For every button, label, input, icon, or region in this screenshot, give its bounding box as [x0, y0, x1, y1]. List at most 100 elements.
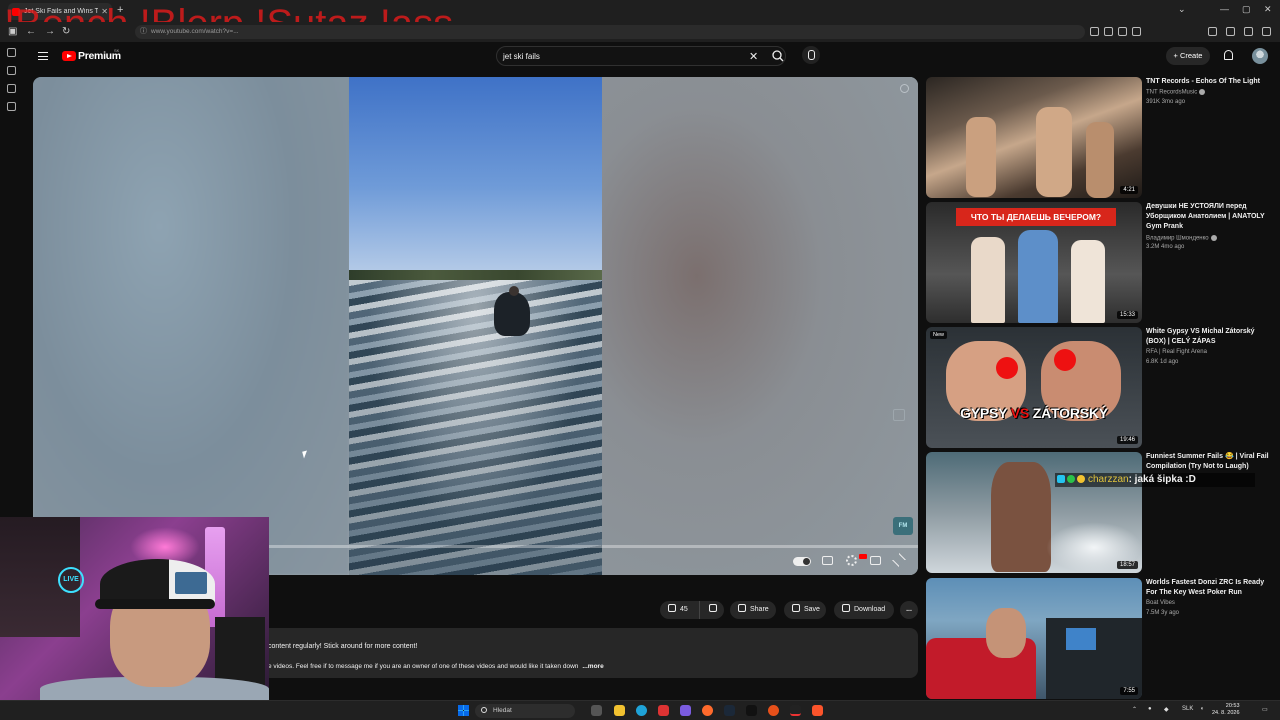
pip-icon[interactable] [1104, 27, 1113, 36]
tray-chevron-icon[interactable]: ⌃ [1132, 706, 1137, 713]
more-actions-button[interactable]: ... [900, 601, 918, 619]
settings-gear-icon[interactable] [846, 555, 857, 566]
create-button[interactable]: + Create [1166, 47, 1210, 65]
search-box[interactable]: jet ski fails ✕ [496, 46, 786, 66]
video-card-icon[interactable] [893, 409, 905, 421]
bookmark-star-icon[interactable] [1132, 27, 1141, 36]
extensions-puzzle-icon[interactable] [1226, 27, 1235, 36]
recommendation-item[interactable]: 7:55 Worlds Fastest Donzi ZRC Is Ready F… [926, 578, 1276, 700]
like-button[interactable]: 45 [660, 601, 700, 619]
recommendation-channel[interactable]: TNT RecordsMusic [1146, 89, 1206, 96]
recommendation-thumbnail[interactable]: 7:55 [926, 578, 1142, 699]
minimize-button[interactable]: — [1220, 4, 1229, 14]
stream-chat-message: charzzan: jaká šipka :D [1055, 473, 1255, 487]
thumbs-up-icon [668, 604, 676, 613]
recommendation-channel[interactable]: Владимир Шмонденко [1146, 235, 1217, 242]
video-shoreline [349, 270, 602, 280]
url-field[interactable]: ⓘ www.youtube.com/watch?v=... [135, 25, 1085, 39]
site-info-icon[interactable]: ⓘ [140, 25, 147, 39]
browser-tab[interactable]: Jet Ski Fails and Wins This ✕ [8, 3, 112, 20]
dislike-button[interactable] [702, 601, 724, 619]
voice-search-icon[interactable] [802, 46, 820, 64]
guide-menu-icon[interactable] [38, 52, 48, 60]
recommendation-item[interactable]: 4:21 TNT Records - Echos Of The Light TN… [926, 77, 1276, 199]
download-button[interactable]: Download [834, 601, 894, 619]
recommendation-title[interactable]: Девушки НЕ УСТОЯЛИ перед Уборщиком Анато… [1146, 202, 1274, 232]
edge-icon[interactable] [636, 705, 647, 716]
create-label: Create [1179, 51, 1203, 60]
recommendation-thumbnail[interactable]: 18:57 [926, 452, 1142, 573]
theater-mode-icon[interactable] [870, 556, 881, 565]
recommendation-thumbnail[interactable]: ЧТО ТЫ ДЕЛАЕШЬ ВЕЧЕРОМ? 15:33 [926, 202, 1142, 323]
sidebar-reading-list-icon[interactable] [7, 66, 16, 75]
recommendation-title[interactable]: White Gypsy VS Michal Zátorský (BOX) | C… [1146, 327, 1274, 347]
app-icon[interactable] [746, 705, 757, 716]
extension-icon[interactable] [1090, 27, 1099, 36]
sidebar-history-icon[interactable] [7, 84, 16, 93]
firefox-icon[interactable] [702, 705, 713, 716]
brave-icon[interactable] [812, 705, 823, 716]
app-icon[interactable] [768, 705, 779, 716]
sidebar-expand-icon[interactable] [7, 48, 16, 57]
subtitles-icon[interactable] [822, 556, 833, 565]
keyboard-language[interactable]: SLK [1182, 706, 1193, 712]
video-info-icon[interactable] [900, 84, 909, 93]
maximize-button[interactable]: ▢ [1242, 4, 1251, 15]
file-explorer-icon[interactable] [614, 705, 625, 716]
sidebar-bookmarks-icon[interactable] [7, 102, 16, 111]
close-window-button[interactable]: ✕ [1264, 4, 1272, 15]
steam-icon[interactable] [724, 705, 735, 716]
notifications-icon[interactable]: ▭ [1262, 706, 1268, 713]
taskbar-clock[interactable]: 20:53 24. 8. 2026 [1212, 703, 1240, 717]
taskbar-search[interactable]: Hledat [475, 704, 575, 718]
thumb-figure [971, 237, 1005, 323]
recommendation-thumbnail[interactable]: GYPSY VS ZÁTORSKÝ New 19:46 [926, 327, 1142, 448]
back-button[interactable]: ← [26, 26, 36, 37]
youtube-logo-icon[interactable] [62, 51, 76, 61]
blurred-background-left [33, 77, 349, 575]
recommendation-item[interactable]: ЧТО ТЫ ДЕЛАЕШЬ ВЕЧЕРОМ? 15:33 Девушки НЕ… [926, 202, 1276, 324]
webcam-cap-brim [95, 599, 215, 609]
app-icon[interactable] [680, 705, 691, 716]
tray-icon[interactable]: ◆ [1164, 706, 1169, 713]
profile-icon[interactable] [1208, 27, 1217, 36]
recommendation-title[interactable]: Funniest Summer Fails 😂 | Viral Fail Com… [1146, 452, 1274, 472]
forward-button[interactable]: → [45, 26, 55, 37]
task-view-icon[interactable] [591, 705, 602, 716]
clock-date: 24. 8. 2026 [1212, 710, 1240, 716]
windows-start-icon[interactable] [458, 705, 469, 716]
save-button[interactable]: Save [784, 601, 826, 619]
recommendation-item[interactable]: 18:57 Funniest Summer Fails 😂 | Viral Fa… [926, 452, 1276, 574]
search-input[interactable]: jet ski fails [503, 52, 540, 61]
avatar[interactable] [1252, 48, 1268, 64]
download-label: Download [854, 606, 886, 613]
autoplay-toggle[interactable] [793, 557, 811, 566]
tray-icon[interactable]: ● [1148, 706, 1152, 712]
translate-icon[interactable] [1118, 27, 1127, 36]
close-tab-icon[interactable]: ✕ [101, 7, 108, 16]
clear-search-icon[interactable]: ✕ [749, 50, 758, 63]
video-player[interactable]: FM [33, 77, 918, 575]
brave-rewards-icon[interactable] [1244, 27, 1253, 36]
obs-icon[interactable] [790, 705, 801, 716]
video-frame[interactable] [349, 77, 602, 575]
new-tab-button[interactable]: + [117, 4, 123, 16]
recommendation-channel[interactable]: RFA | Real Fight Arena [1146, 349, 1207, 355]
sidebar-toggle-icon[interactable]: ▣ [8, 26, 17, 37]
recommendation-item[interactable]: GYPSY VS ZÁTORSKÝ New 19:46 White Gypsy … [926, 327, 1276, 449]
app-icon[interactable] [658, 705, 669, 716]
reload-button[interactable]: ↻ [62, 26, 70, 37]
tab-list-icon[interactable]: ⌄ [1178, 4, 1186, 15]
menu-icon[interactable] [1262, 27, 1271, 36]
show-more-link[interactable]: ...more [582, 663, 603, 670]
channel-watermark-icon[interactable]: FM [893, 517, 913, 535]
recommendation-title[interactable]: Worlds Fastest Donzi ZRC Is Ready For Th… [1146, 578, 1274, 598]
recommendation-title[interactable]: TNT Records - Echos Of The Light [1146, 77, 1274, 87]
search-button[interactable] [767, 46, 791, 66]
recommendation-thumbnail[interactable]: 4:21 [926, 77, 1142, 198]
notifications-bell-icon[interactable] [1224, 50, 1233, 60]
chat-badge-icon [1077, 475, 1085, 484]
volume-icon[interactable]: ◖ [1200, 706, 1204, 712]
recommendation-channel[interactable]: Boat Vibes [1146, 600, 1175, 606]
share-button[interactable]: Share [730, 601, 776, 619]
